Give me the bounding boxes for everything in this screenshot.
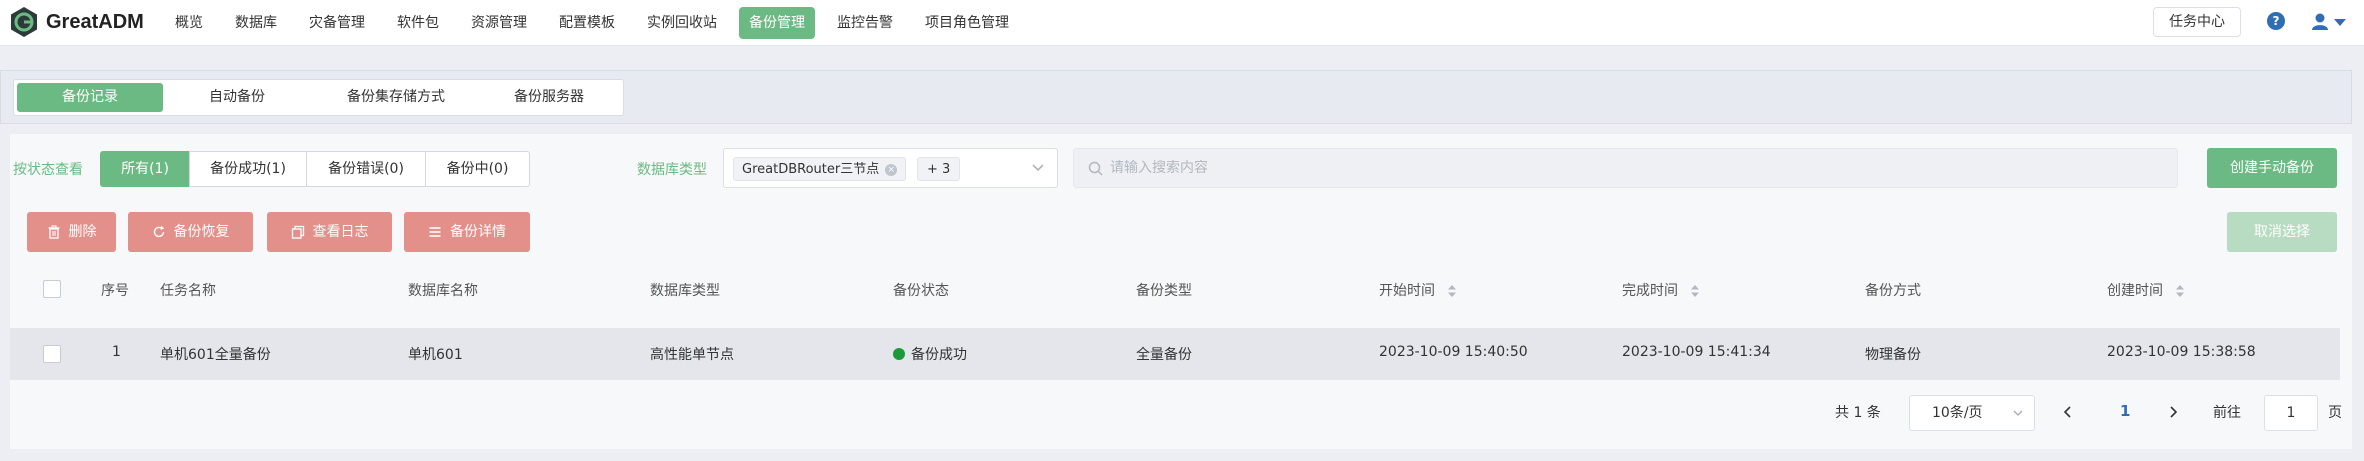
- col-header-backup-type: 备份类型: [1136, 283, 1192, 299]
- restore-backup-button[interactable]: 备份恢复: [128, 212, 253, 252]
- search-icon: [1088, 161, 1103, 176]
- dbtype-filter-label: 数据库类型: [637, 162, 707, 178]
- cancel-selection-button[interactable]: 取消选择: [2227, 212, 2337, 252]
- current-page[interactable]: 1: [2120, 402, 2130, 420]
- goto-label: 前往: [2213, 405, 2241, 421]
- status-dot-icon: [893, 348, 905, 360]
- col-header-finish-time-label: 完成时间: [1622, 283, 1678, 299]
- refresh-icon: [153, 225, 164, 238]
- col-header-start-time-label: 开始时间: [1379, 283, 1435, 299]
- tab-backup-storage[interactable]: 备份集存储方式: [311, 83, 481, 112]
- page-size-value: 10条/页: [1932, 405, 1983, 421]
- next-page-icon[interactable]: [2165, 404, 2181, 420]
- tab-auto-backup[interactable]: 自动备份: [163, 83, 311, 112]
- nav-item-backup[interactable]: 备份管理: [739, 7, 815, 39]
- status-filter-in-progress[interactable]: 备份中(0): [425, 151, 530, 187]
- copy-icon: [291, 225, 304, 239]
- logo-icon: [11, 7, 37, 37]
- view-log-button-label: 查看日志: [312, 224, 369, 240]
- tabs-panel: 备份记录 自动备份 备份集存储方式 备份服务器: [0, 70, 2352, 124]
- chevron-down-icon: [2013, 410, 2023, 416]
- dbtype-select[interactable]: GreatDBRouter三节点 × + 3: [723, 148, 1058, 188]
- col-header-db-name: 数据库名称: [408, 283, 478, 299]
- status-filter-success[interactable]: 备份成功(1): [189, 151, 307, 187]
- nav-item-project-roles[interactable]: 项目角色管理: [915, 7, 1019, 39]
- col-header-start-time[interactable]: 开始时间: [1379, 280, 1457, 300]
- main-panel: 按状态查看 所有(1) 备份成功(1) 备份错误(0) 备份中(0) 数据库类型…: [10, 134, 2352, 449]
- restore-button-label: 备份恢复: [173, 224, 230, 240]
- col-header-index: 序号: [101, 283, 129, 299]
- row-start-time: 2023-10-09 15:40:50: [1379, 344, 1528, 360]
- nav-item-config-templates[interactable]: 配置模板: [549, 7, 625, 39]
- backup-detail-button[interactable]: 备份详情: [404, 212, 530, 252]
- sort-icon[interactable]: [1447, 284, 1457, 298]
- backup-detail-button-label: 备份详情: [450, 224, 506, 240]
- nav-item-overview[interactable]: 概览: [165, 7, 213, 39]
- row-created-time: 2023-10-09 15:38:58: [2107, 344, 2256, 360]
- table-header: 序号 任务名称 数据库名称 数据库类型 备份状态 备份类型 开始时间 完成时间 …: [10, 264, 2352, 314]
- create-manual-backup-button[interactable]: 创建手动备份: [2207, 148, 2337, 188]
- task-center-button[interactable]: 任务中心: [2153, 7, 2241, 37]
- row-backup-type: 全量备份: [1136, 347, 1192, 363]
- main-nav: 概览 数据库 灾备管理 软件包 资源管理 配置模板 实例回收站 备份管理 监控告…: [165, 7, 1031, 39]
- view-log-button[interactable]: 查看日志: [267, 212, 392, 252]
- row-finish-time: 2023-10-09 15:41:34: [1622, 344, 1771, 360]
- search-box: [1073, 148, 2178, 188]
- col-header-created-time[interactable]: 创建时间: [2107, 280, 2185, 300]
- status-filter-error[interactable]: 备份错误(0): [306, 151, 426, 187]
- tab-backup-records[interactable]: 备份记录: [17, 83, 163, 112]
- app-logo[interactable]: GreatADM: [8, 6, 144, 38]
- search-input[interactable]: [1110, 149, 2150, 187]
- dbtype-chip: GreatDBRouter三节点 ×: [733, 157, 907, 181]
- app-name: GreatADM: [46, 10, 144, 33]
- row-method: 物理备份: [1865, 347, 1921, 363]
- sort-icon[interactable]: [2175, 284, 2185, 298]
- col-header-created-time-label: 创建时间: [2107, 283, 2163, 299]
- col-header-finish-time[interactable]: 完成时间: [1622, 280, 1700, 300]
- nav-item-database[interactable]: 数据库: [225, 7, 287, 39]
- pagination-total: 共 1 条: [1835, 405, 1881, 421]
- nav-item-disaster-recovery[interactable]: 灾备管理: [299, 7, 375, 39]
- row-db-type: 高性能单节点: [650, 347, 734, 363]
- tab-bar: 备份记录 自动备份 备份集存储方式 备份服务器: [13, 79, 624, 116]
- tab-backup-servers[interactable]: 备份服务器: [481, 83, 617, 112]
- page-unit-label: 页: [2328, 405, 2342, 421]
- col-header-db-type: 数据库类型: [650, 283, 720, 299]
- chip-close-icon[interactable]: ×: [885, 163, 898, 176]
- dbtype-chip-label: GreatDBRouter三节点: [742, 162, 880, 177]
- chevron-down-icon: [1032, 164, 1044, 172]
- nav-item-recycle-bin[interactable]: 实例回收站: [637, 7, 727, 39]
- sort-icon[interactable]: [1690, 284, 1700, 298]
- row-index: 1: [112, 344, 121, 360]
- row-task-name: 单机601全量备份: [160, 347, 271, 363]
- row-status-label: 备份成功: [911, 347, 967, 363]
- row-db-name: 单机601: [408, 347, 463, 363]
- nav-item-packages[interactable]: 软件包: [387, 7, 449, 39]
- prev-page-icon[interactable]: [2060, 404, 2076, 420]
- status-filter-all[interactable]: 所有(1): [100, 151, 190, 187]
- dbtype-more-chip: + 3: [917, 157, 961, 181]
- page-size-select[interactable]: 10条/页: [1909, 395, 2035, 431]
- top-navbar: GreatADM 概览 数据库 灾备管理 软件包 资源管理 配置模板 实例回收站…: [0, 0, 2364, 46]
- col-header-task-name: 任务名称: [160, 283, 216, 299]
- trash-icon: [48, 225, 59, 239]
- col-header-status: 备份状态: [893, 283, 949, 299]
- list-icon: [429, 227, 441, 237]
- goto-page-input[interactable]: [2264, 395, 2318, 431]
- delete-button-label: 删除: [68, 224, 97, 240]
- user-menu-icon[interactable]: [2310, 12, 2352, 32]
- row-status: 备份成功: [893, 344, 967, 364]
- status-filter-label: 按状态查看: [13, 162, 83, 178]
- help-icon[interactable]: ?: [2267, 12, 2285, 30]
- nav-item-monitoring[interactable]: 监控告警: [827, 7, 903, 39]
- col-header-method: 备份方式: [1865, 283, 1921, 299]
- delete-button[interactable]: 删除: [27, 212, 116, 252]
- row-checkbox[interactable]: [43, 345, 61, 363]
- select-all-checkbox[interactable]: [43, 280, 61, 298]
- nav-item-resources[interactable]: 资源管理: [461, 7, 537, 39]
- table-row[interactable]: 1 单机601全量备份 单机601 高性能单节点 备份成功 全量备份 2023-…: [10, 328, 2340, 380]
